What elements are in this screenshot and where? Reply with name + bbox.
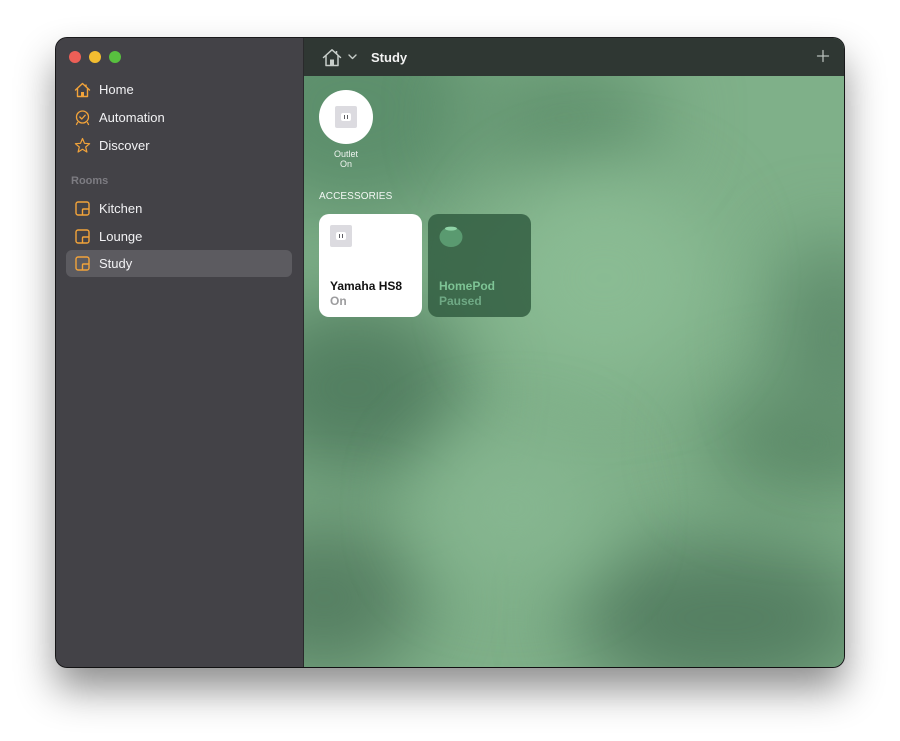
room-view: Study Outlet On ACCESSORIES Yamaha HS8 O… (304, 38, 844, 667)
sidebar-item-label: Kitchen (99, 201, 143, 216)
sidebar-item-automation[interactable]: Automation (66, 104, 292, 131)
room-icon (73, 228, 91, 246)
sidebar-item-home[interactable]: Home (66, 76, 292, 103)
sidebar-item-label: Home (99, 82, 134, 97)
accessory-name: HomePod (439, 279, 496, 293)
home-app-window: Home Automation Discover Rooms Kitchen L… (56, 38, 844, 667)
accessory-tile-homepod[interactable]: HomePod Paused (428, 214, 531, 317)
outlet-icon (330, 225, 352, 247)
favorite-accessory-button[interactable] (319, 90, 373, 144)
room-icon (73, 200, 91, 218)
favorite-accessory-status: On (339, 159, 352, 169)
accessory-status: Paused (439, 294, 482, 308)
clock-icon (73, 109, 91, 127)
star-icon (73, 137, 91, 155)
accessory-name: Yamaha HS8 (330, 279, 403, 293)
sidebar-item-discover[interactable]: Discover (66, 132, 292, 159)
sidebar-item-label: Discover (99, 138, 150, 153)
plus-icon[interactable] (816, 49, 830, 63)
sidebar-item-label: Study (99, 256, 133, 271)
outlet-icon (335, 106, 357, 128)
minimize-window-button[interactable] (89, 51, 101, 63)
house-icon (73, 81, 91, 99)
favorite-accessory-name: Outlet (333, 149, 358, 159)
window-controls (69, 51, 121, 63)
toolbar: Study (304, 38, 844, 76)
accessories-section-header: ACCESSORIES (319, 191, 393, 202)
rooms-section-header: Rooms (71, 175, 109, 187)
chevron-down-icon[interactable] (348, 54, 357, 60)
room-content: Outlet On ACCESSORIES Yamaha HS8 On Home… (304, 76, 844, 667)
homepod-icon (439, 225, 463, 252)
accessory-tile-yamaha-hs8[interactable]: Yamaha HS8 On (319, 214, 422, 317)
zoom-window-button[interactable] (109, 51, 121, 63)
room-title: Study (371, 49, 408, 65)
sidebar-item-kitchen[interactable]: Kitchen (66, 195, 292, 222)
accessory-status: On (330, 294, 347, 308)
sidebar-item-label: Lounge (99, 229, 143, 244)
sidebar: Home Automation Discover Rooms Kitchen L… (56, 38, 304, 667)
sidebar-item-lounge[interactable]: Lounge (66, 223, 292, 250)
sidebar-item-study[interactable]: Study (66, 250, 292, 277)
sidebar-item-label: Automation (99, 110, 165, 125)
house-icon[interactable] (322, 48, 342, 67)
close-window-button[interactable] (69, 51, 81, 63)
favorite-accessory-outlet[interactable]: Outlet On (319, 90, 373, 169)
room-icon (73, 255, 91, 273)
